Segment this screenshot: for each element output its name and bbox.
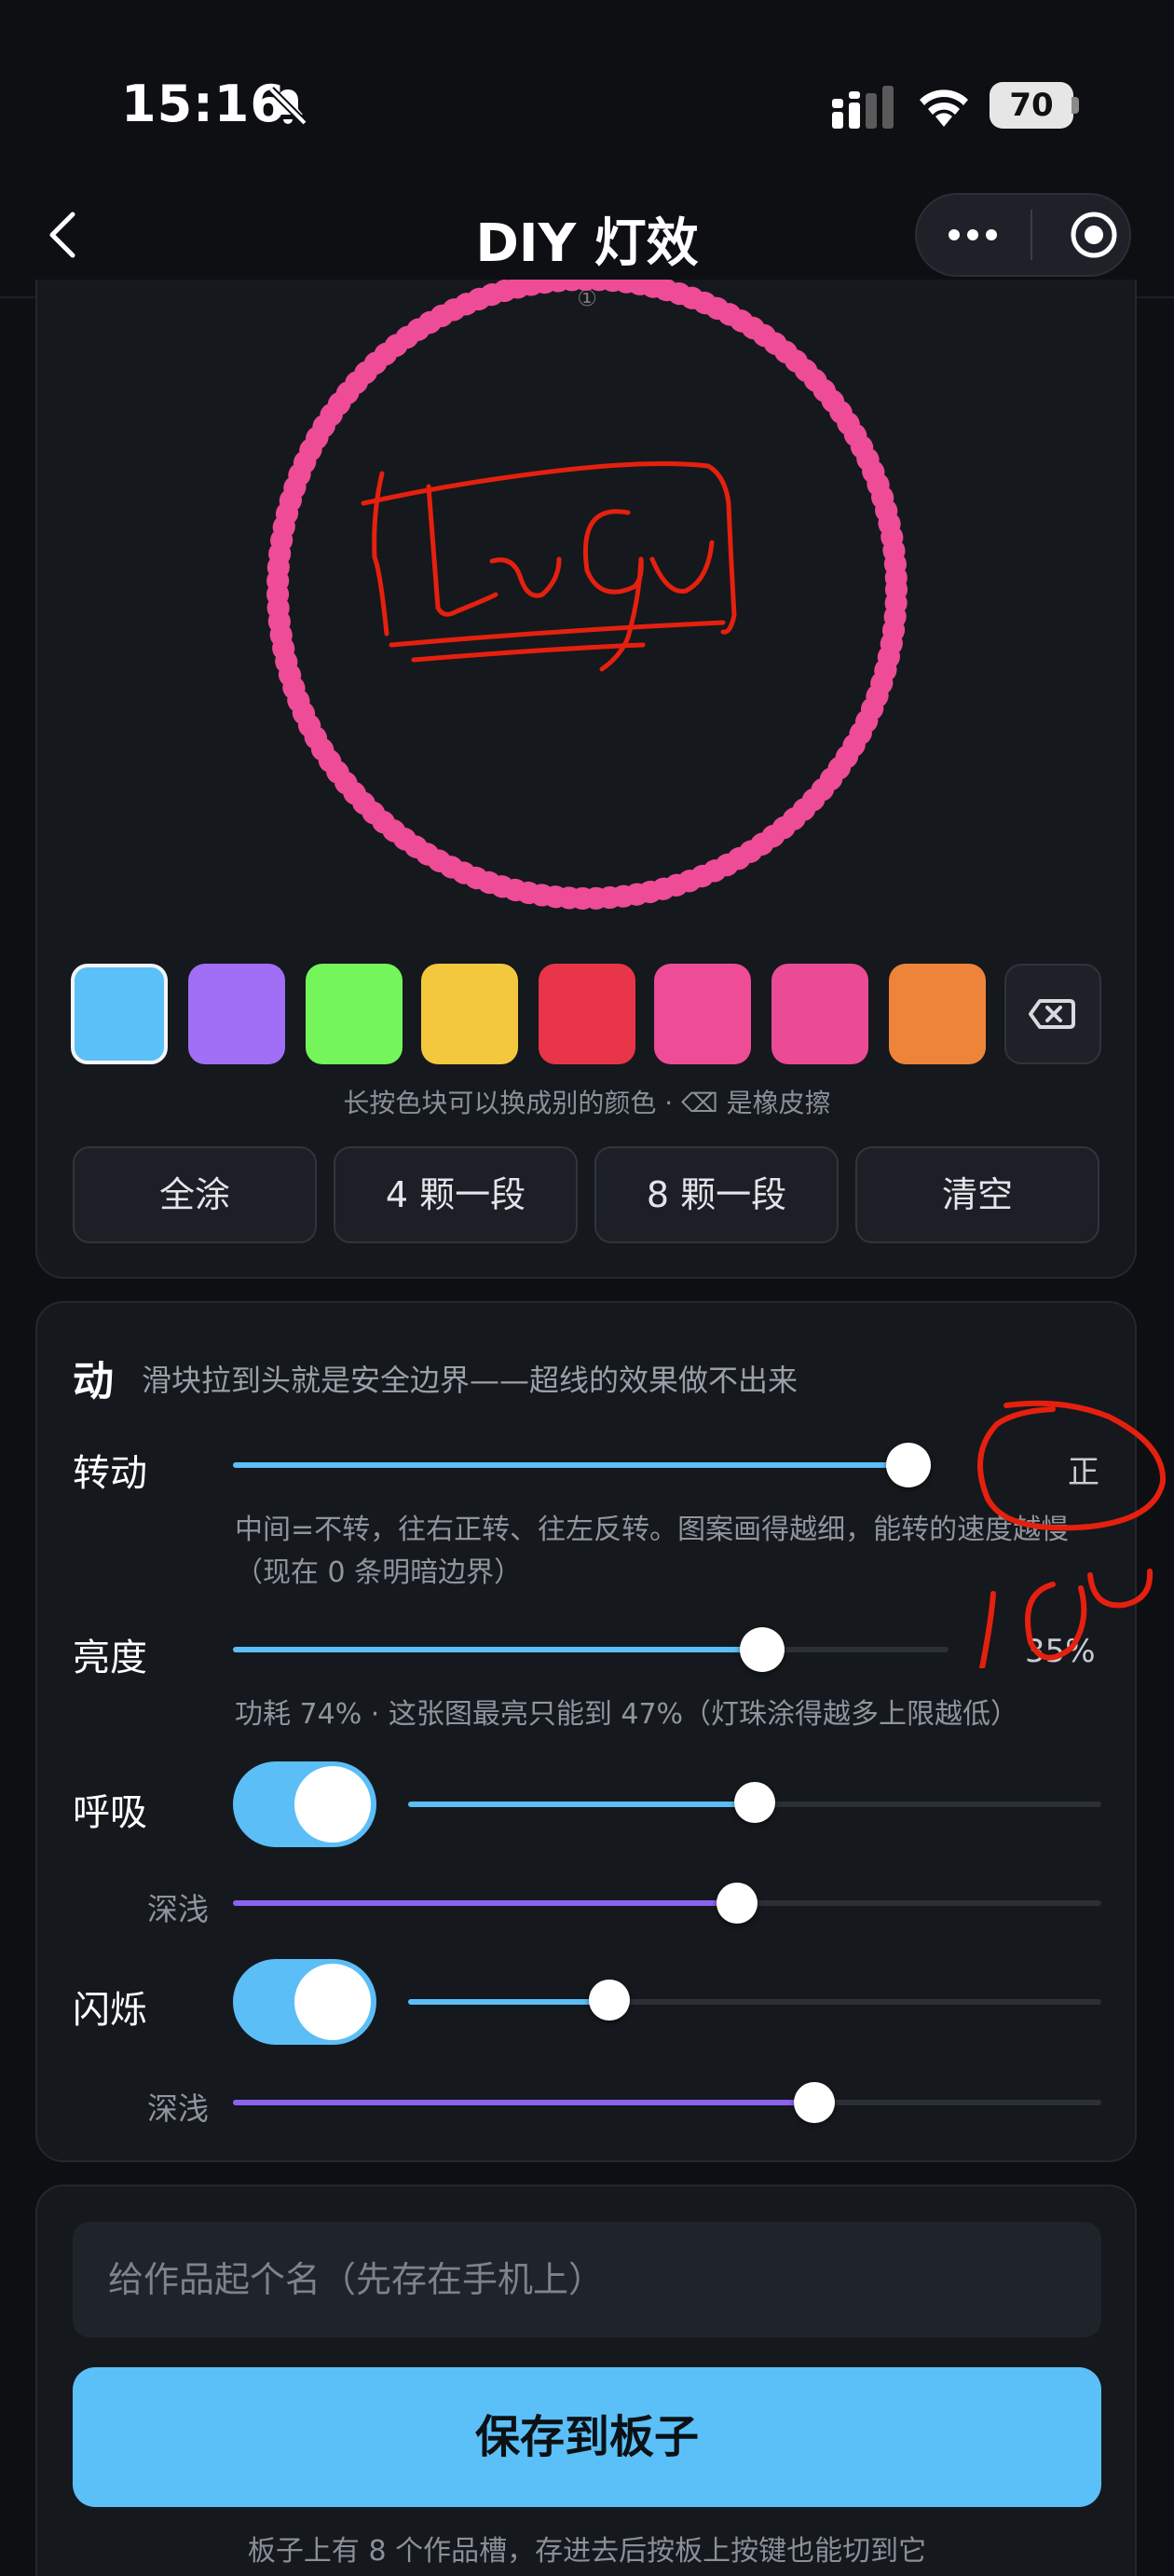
segment-8-button[interactable]: 8 颗一段: [594, 1146, 839, 1243]
more-menu-icon[interactable]: [986, 229, 997, 240]
rotation-slider-fill: [233, 1462, 908, 1468]
silent-bell-icon: [268, 87, 307, 126]
color-swatch[interactable]: [539, 964, 635, 1064]
battery-level: 70: [1009, 87, 1054, 124]
palette-hint: 长按色块可以换成别的颜色 · ⌫ 是橡皮擦: [343, 1088, 831, 1118]
cellular-signal-icon: [832, 86, 894, 129]
flash-depth-slider-fill: [233, 2100, 815, 2105]
motion-section-title: 动: [73, 1358, 114, 1405]
led-ring-band: [275, 280, 899, 901]
flash-toggle[interactable]: [233, 1959, 376, 2045]
breathe-toggle-knob: [294, 1766, 371, 1843]
close-program-icon[interactable]: [1068, 209, 1120, 261]
rotation-edge-count: （现在 0 条明暗边界）: [235, 1556, 523, 1589]
more-dot[interactable]: [967, 229, 978, 240]
breathe-depth-label: 深浅: [147, 1891, 209, 1927]
save-to-board-button[interactable]: 保存到板子: [73, 2367, 1101, 2507]
brightness-slider-thumb[interactable]: [740, 1627, 785, 1672]
color-swatch[interactable]: [771, 964, 868, 1064]
color-swatch[interactable]: [654, 964, 751, 1064]
wifi-icon: [920, 89, 968, 127]
handwritten-annotation: [977, 1400, 1167, 1668]
page-title: DIY 灯效: [475, 213, 699, 274]
color-swatch[interactable]: [421, 964, 518, 1064]
breathe-speed-slider-fill: [408, 1802, 755, 1807]
breathe-label: 呼吸: [73, 1791, 147, 1834]
brightness-note: 功耗 74% · 这张图最亮只能到 47%（灯珠涂得越多上限越低）: [235, 1698, 1019, 1731]
rotation-slider-thumb[interactable]: [885, 1443, 931, 1487]
color-swatch[interactable]: [188, 964, 285, 1064]
color-swatch[interactable]: [71, 964, 168, 1064]
rotation-label: 转动: [73, 1452, 147, 1495]
motion-section-subtitle: 滑块拉到头就是安全边界——超线的效果做不出来: [142, 1363, 799, 1398]
status-time: 15:16: [121, 75, 286, 133]
flash-depth-label: 深浅: [147, 2090, 209, 2127]
breathe-depth-slider-fill: [233, 1900, 737, 1906]
flash-speed-slider-thumb[interactable]: [588, 1980, 630, 2021]
segment-4-button[interactable]: 4 颗一段: [334, 1146, 578, 1243]
flash-label: 闪烁: [73, 1989, 147, 2032]
flash-speed-slider-fill: [408, 1999, 609, 2005]
color-swatch[interactable]: [889, 964, 986, 1064]
fill-all-button[interactable]: 全涂: [73, 1146, 317, 1243]
logo-drawing: [361, 461, 737, 672]
capsule-divider: [1031, 210, 1032, 260]
backspace-eraser-icon: [1029, 999, 1075, 1029]
clear-button[interactable]: 清空: [855, 1146, 1099, 1243]
breathe-speed-slider-thumb[interactable]: [734, 1782, 775, 1823]
breathe-toggle[interactable]: [233, 1761, 376, 1847]
brightness-label: 亮度: [73, 1637, 147, 1679]
back-arrow-icon[interactable]: [37, 207, 93, 263]
flash-toggle-knob: [294, 1964, 371, 2040]
more-dot[interactable]: [949, 229, 960, 240]
eraser-button[interactable]: [1004, 964, 1101, 1064]
led-ring-canvas[interactable]: [252, 280, 922, 913]
color-swatch[interactable]: [306, 964, 403, 1064]
breathe-depth-slider-thumb[interactable]: [716, 1883, 758, 1924]
save-footnote: 板子上有 8 个作品槽，存进去后按板上按键也能切到它: [247, 2535, 927, 2568]
brightness-slider-fill: [233, 1647, 763, 1652]
artwork-name-input[interactable]: [73, 2222, 1101, 2337]
